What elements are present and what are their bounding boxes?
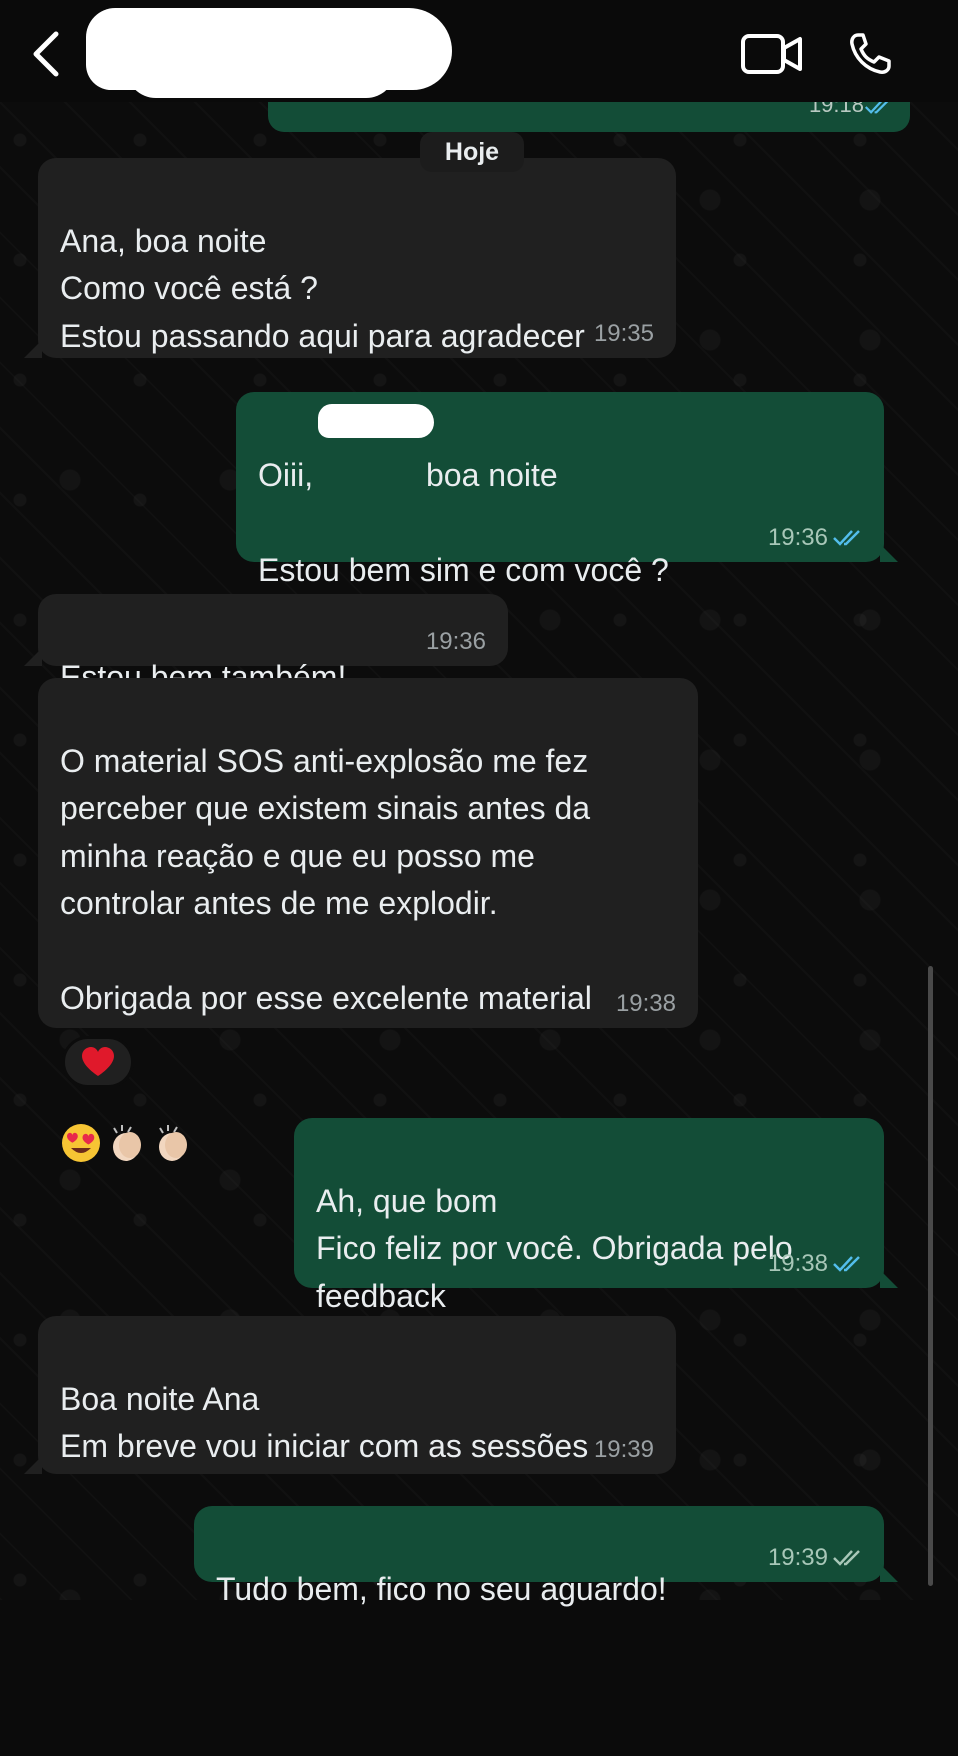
incoming-message[interactable]: Estou bem também! 19:36 — [24, 594, 508, 695]
chat-header — [0, 0, 958, 102]
message-text: Boa noite Ana Em breve vou iniciar com a… — [60, 1380, 589, 1465]
message-reaction[interactable] — [62, 1036, 134, 1088]
outgoing-message[interactable]: Ah, que bom Fico feliz por você. Obrigad… — [294, 1118, 898, 1362]
message-time: 19:39 — [767, 1544, 828, 1571]
heart-eyes-emoji-icon — [62, 1124, 100, 1163]
redacted-name — [318, 404, 434, 438]
message-text: Tudo bem, fico no seu aguardo! — [216, 1570, 667, 1607]
message-time: 19:38 — [615, 990, 676, 1017]
clapping-hands-emoji-icon — [159, 1125, 187, 1162]
message-time: 19:36 — [767, 524, 828, 551]
date-separator: Hoje — [420, 132, 524, 172]
message-text: Oiii, boa noite — [258, 456, 558, 493]
scrollbar[interactable] — [928, 966, 933, 1586]
double-check-icon — [833, 1256, 860, 1272]
message-time: 19:36 — [425, 628, 486, 655]
double-check-icon — [833, 1550, 860, 1566]
double-check-icon — [833, 530, 860, 546]
incoming-message[interactable]: O material SOS anti-explosão me fez perc… — [38, 678, 698, 1163]
message-text-line-2: Estou bem sim e com você ? — [258, 551, 669, 588]
message-text: O material SOS anti-explosão me fez perc… — [60, 742, 592, 1017]
chevron-left-icon[interactable] — [24, 28, 68, 80]
message-text: Ana, boa noite Como você está ? Estou pa… — [60, 222, 585, 354]
incoming-message[interactable]: Ana, boa noite Como você está ? Estou pa… — [24, 158, 676, 358]
clapping-hands-emoji-icon — [113, 1125, 141, 1162]
message-time: 19:35 — [593, 320, 654, 347]
message-time: 19:39 — [593, 1436, 654, 1463]
incoming-message[interactable]: Boa noite Ana Em breve vou iniciar com a… — [24, 1316, 676, 1474]
redacted-contact-name — [86, 8, 452, 98]
outgoing-message[interactable]: Tudo bem, fico no seu aguardo! 19:39 — [194, 1506, 898, 1607]
red-heart-icon — [82, 1047, 114, 1076]
video-camera-icon[interactable] — [740, 30, 804, 78]
phone-icon[interactable] — [838, 30, 902, 78]
message-time: 19:38 — [767, 1250, 828, 1277]
